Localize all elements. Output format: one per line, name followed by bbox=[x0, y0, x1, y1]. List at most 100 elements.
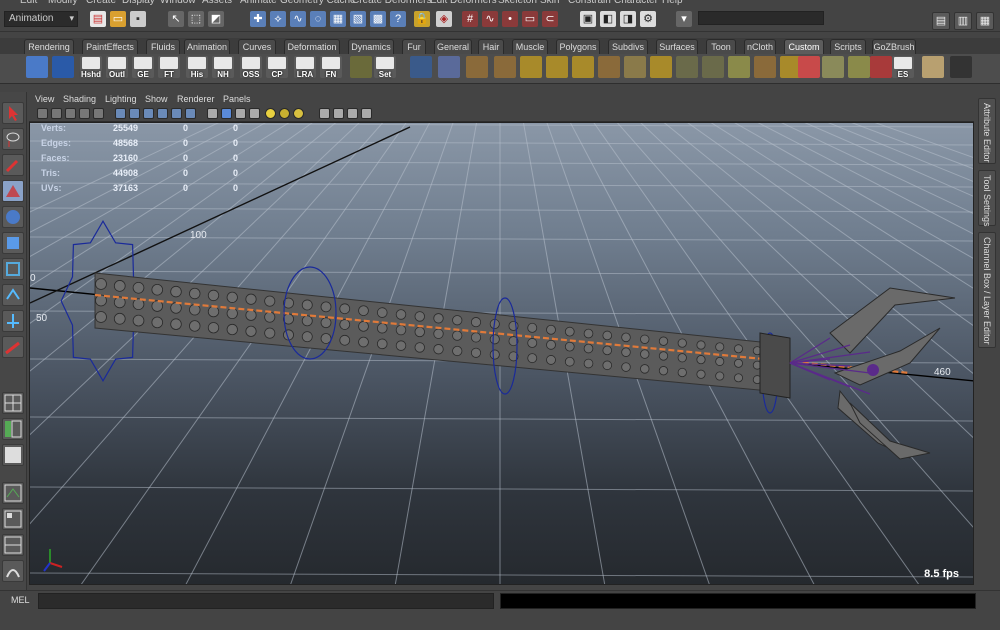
shelf-joint-icon[interactable] bbox=[410, 56, 432, 78]
tab-painteffects[interactable]: PaintEffects bbox=[82, 39, 138, 54]
tab-curves[interactable]: Curves bbox=[238, 39, 276, 54]
two-d-pan-icon[interactable] bbox=[93, 108, 104, 119]
move-tool-icon[interactable] bbox=[2, 180, 24, 202]
tab-custom[interactable]: Custom bbox=[784, 39, 824, 54]
smooth-shade-icon[interactable] bbox=[221, 108, 232, 119]
shelf-pointer-icon[interactable] bbox=[26, 56, 48, 78]
snap-grid-icon[interactable]: # bbox=[462, 11, 478, 27]
new-scene-icon[interactable]: ▤ bbox=[90, 11, 106, 27]
snap-point-icon[interactable]: • bbox=[502, 11, 518, 27]
shelf-tile-k-icon[interactable] bbox=[848, 56, 870, 78]
uv-editor-layout-icon[interactable] bbox=[2, 534, 24, 556]
menu-window[interactable]: Window bbox=[160, 0, 196, 6]
surface-mask-icon[interactable]: ◌ bbox=[310, 11, 326, 27]
render-frame-icon[interactable]: ◧ bbox=[600, 11, 616, 27]
perspective-viewport[interactable]: 10005050100150200250300350460 Verts:2554… bbox=[29, 122, 974, 585]
panel-menu-renderer[interactable]: Renderer bbox=[177, 94, 215, 104]
manipulator-tool-icon[interactable] bbox=[2, 258, 24, 280]
make-live-icon[interactable]: ⊂ bbox=[542, 11, 558, 27]
graph-editor-layout-icon[interactable] bbox=[2, 482, 24, 504]
highlight-selection-icon[interactable]: ◈ bbox=[436, 11, 452, 27]
menu-help[interactable]: Help bbox=[662, 0, 683, 6]
input-mode-icon[interactable]: ▾ bbox=[676, 11, 692, 27]
grid-toggle-icon[interactable] bbox=[115, 108, 126, 119]
mel-label[interactable]: MEL bbox=[11, 595, 30, 605]
shelf-tile-d-icon[interactable] bbox=[598, 56, 620, 78]
hypershade-layout-icon[interactable] bbox=[2, 508, 24, 530]
tab-hair[interactable]: Hair bbox=[478, 39, 504, 54]
shelf-tile-j-icon[interactable] bbox=[822, 56, 844, 78]
shelf-paint-weights-icon[interactable] bbox=[466, 56, 488, 78]
shelf-shader-ball-icon[interactable] bbox=[922, 56, 944, 78]
tab-rendering[interactable]: Rendering bbox=[24, 39, 74, 54]
scale-tool-icon[interactable] bbox=[2, 232, 24, 254]
shelf-tile-e-icon[interactable] bbox=[624, 56, 646, 78]
wireframe-icon[interactable] bbox=[207, 108, 218, 119]
tab-muscle[interactable]: Muscle bbox=[512, 39, 548, 54]
resolution-gate-icon[interactable] bbox=[143, 108, 154, 119]
wireframe-on-shaded-icon[interactable] bbox=[235, 108, 246, 119]
four-view-layout-icon[interactable] bbox=[2, 392, 24, 414]
field-chart-icon[interactable] bbox=[171, 108, 182, 119]
curve-mask-icon[interactable]: ∿ bbox=[290, 11, 306, 27]
shelf-tile-g-icon[interactable] bbox=[728, 56, 750, 78]
ipr-render-icon[interactable]: ◨ bbox=[620, 11, 636, 27]
rotate-tool-icon[interactable] bbox=[2, 206, 24, 228]
select-component-icon[interactable]: ◩ bbox=[208, 11, 224, 27]
last-tool-icon[interactable] bbox=[2, 336, 24, 358]
shelf-star-icon[interactable] bbox=[350, 56, 372, 78]
textured-icon[interactable] bbox=[249, 108, 260, 119]
show-attribute-editor-icon[interactable]: ▤ bbox=[932, 12, 950, 30]
menu-display[interactable]: Display bbox=[122, 0, 155, 6]
dynamics-mask-icon[interactable]: ▧ bbox=[350, 11, 366, 27]
menu-create-deformers[interactable]: Create Deformers bbox=[352, 0, 431, 6]
gate-mask-icon[interactable] bbox=[157, 108, 168, 119]
tab-animation[interactable]: Animation bbox=[184, 39, 230, 54]
shelf-spheres-icon[interactable] bbox=[438, 56, 460, 78]
shelf-check-icon[interactable] bbox=[52, 56, 74, 78]
render-view-icon[interactable]: ▣ bbox=[580, 11, 596, 27]
menu-character[interactable]: Character bbox=[614, 0, 658, 6]
deform-mask-icon[interactable]: ▦ bbox=[330, 11, 346, 27]
xray-icon[interactable] bbox=[333, 108, 344, 119]
panel-menu-lighting[interactable]: Lighting bbox=[105, 94, 137, 104]
all-lights-icon[interactable] bbox=[279, 108, 290, 119]
shelf-tile-a-icon[interactable] bbox=[520, 56, 542, 78]
paint-select-tool-icon[interactable] bbox=[2, 154, 24, 176]
menu-constrain[interactable]: Constrain bbox=[568, 0, 611, 6]
shelf-paint-select-icon[interactable] bbox=[494, 56, 516, 78]
pick-mask-icon[interactable]: ✚ bbox=[250, 11, 266, 27]
tab-surfaces[interactable]: Surfaces bbox=[656, 39, 698, 54]
shelf-tile-b-icon[interactable] bbox=[546, 56, 568, 78]
tab-subdivs[interactable]: Subdivs bbox=[608, 39, 648, 54]
dock-tab-attribute-editor[interactable]: Attribute Editor bbox=[978, 98, 996, 164]
show-manipulator-tool-icon[interactable] bbox=[2, 310, 24, 332]
safe-action-icon[interactable] bbox=[185, 108, 196, 119]
select-tool-icon[interactable] bbox=[2, 102, 24, 124]
menu-assets[interactable]: Assets bbox=[202, 0, 232, 6]
panel-menu-shading[interactable]: Shading bbox=[63, 94, 96, 104]
film-gate-icon[interactable] bbox=[129, 108, 140, 119]
shelf-tile-c-icon[interactable] bbox=[572, 56, 594, 78]
menu-modify[interactable]: Modify bbox=[48, 0, 77, 6]
default-lighting-icon[interactable] bbox=[265, 108, 276, 119]
panel-menu-panels[interactable]: Panels bbox=[223, 94, 251, 104]
shadows-icon[interactable] bbox=[293, 108, 304, 119]
render-settings-icon[interactable]: ⚙ bbox=[640, 11, 656, 27]
menu-set-dropdown[interactable]: Animation ▾ bbox=[4, 11, 78, 27]
panel-menu-show[interactable]: Show bbox=[145, 94, 168, 104]
misc-mask-icon[interactable]: ? bbox=[390, 11, 406, 27]
shelf-magnet-icon[interactable] bbox=[950, 56, 972, 78]
tab-polygons[interactable]: Polygons bbox=[556, 39, 600, 54]
lasso-tool-icon[interactable] bbox=[2, 128, 24, 150]
tab-fluids[interactable]: Fluids bbox=[146, 39, 180, 54]
isolate-select-icon[interactable] bbox=[319, 108, 330, 119]
menu-geometry-cache[interactable]: Geometry Cache bbox=[280, 0, 356, 6]
custom-layout-icon[interactable] bbox=[2, 560, 24, 582]
quick-selection-field[interactable] bbox=[698, 11, 824, 25]
dock-tab-channel-box-layer-editor[interactable]: Channel Box / Layer Editor bbox=[978, 232, 996, 348]
menu-animate[interactable]: Animate bbox=[240, 0, 277, 6]
save-scene-icon[interactable]: ▪ bbox=[130, 11, 146, 27]
menu-create[interactable]: Create bbox=[86, 0, 116, 6]
snap-view-plane-icon[interactable]: ▭ bbox=[522, 11, 538, 27]
